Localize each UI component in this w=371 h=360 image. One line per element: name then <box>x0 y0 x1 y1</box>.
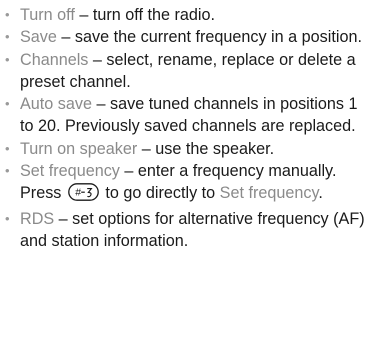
list-item-turn-off: • Turn off – turn off the radio. <box>4 4 366 26</box>
option-description-continued: to go directly to <box>100 184 220 203</box>
option-term: Auto save <box>20 95 92 114</box>
list-item-channels: • Channels – select, rename, replace or … <box>4 49 366 94</box>
options-list-section: • Turn off – turn off the radio. • Save … <box>4 4 366 252</box>
bullet-icon: • <box>5 96 10 112</box>
bullet-icon: • <box>5 210 10 226</box>
option-term: Save <box>20 28 57 47</box>
option-term: Set frequency <box>20 162 120 181</box>
option-term-reference: Set frequency <box>219 184 319 203</box>
bullet-icon: • <box>5 7 10 22</box>
list-item-rds: • RDS – set options for alternative freq… <box>4 208 366 253</box>
option-description: – use the speaker. <box>137 139 275 158</box>
svg-text:#: # <box>75 187 81 199</box>
bullet-icon: • <box>5 140 10 156</box>
list-item-turn-on-speaker: • Turn on speaker – use the speaker. <box>4 138 366 160</box>
option-description: – turn off the radio. <box>74 6 215 24</box>
option-description-end: . <box>318 184 323 203</box>
bullet-icon: • <box>5 51 10 67</box>
bullet-icon: • <box>5 163 10 179</box>
option-term: Turn on speaker <box>20 139 138 158</box>
options-list: • Turn off – turn off the radio. • Save … <box>4 4 366 252</box>
option-term: Channels <box>20 50 89 69</box>
option-description: – save the current frequency in a positi… <box>56 28 362 47</box>
bullet-icon: • <box>5 29 10 45</box>
hash-key-icon: # <box>68 183 99 207</box>
list-item-auto-save: • Auto save – save tuned channels in pos… <box>4 93 366 138</box>
option-term: Turn off <box>20 6 75 24</box>
list-item-save: • Save – save the current frequency in a… <box>4 26 366 48</box>
option-term: RDS <box>20 209 55 228</box>
list-item-set-frequency: • Set frequency – enter a frequency manu… <box>4 160 366 208</box>
option-description: – set options for alternative frequency … <box>20 209 365 250</box>
